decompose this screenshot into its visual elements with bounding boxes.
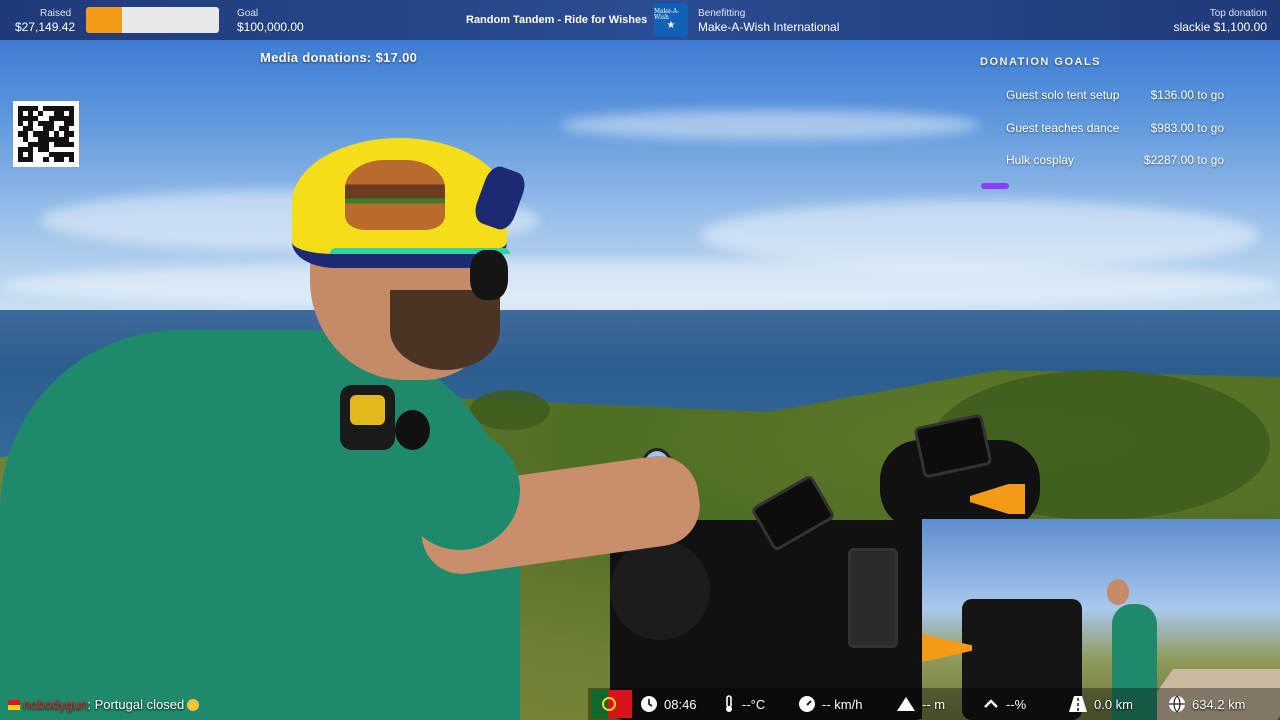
distance-total-value: 634.2 km: [1192, 697, 1246, 712]
event-title: Random Tandem - Ride for Wishes: [466, 14, 648, 26]
grade-value: --%: [1006, 697, 1027, 712]
speed-stat: -- km/h: [798, 695, 862, 713]
make-a-wish-logo: Make-A-Wish ★: [654, 3, 688, 37]
lav-mic: [395, 410, 430, 450]
goal-progress-indicator: [981, 183, 1009, 189]
speedometer-icon: [799, 696, 815, 712]
clip-mic-grille: [350, 395, 385, 425]
qr-code-pattern: [18, 106, 74, 162]
clock-stat: 08:46: [640, 695, 697, 713]
raised-value: $27,149.42: [15, 20, 76, 34]
top-donation-value: slackie $1,100.00: [1173, 20, 1267, 34]
cloud: [0, 260, 1280, 310]
rider-beard: [390, 290, 500, 370]
speed-value: -- km/h: [822, 697, 863, 712]
elevation-value: -- m: [922, 697, 946, 712]
rider-glasses-lens: [470, 250, 508, 300]
bike-helmet: [610, 540, 710, 640]
bush: [470, 390, 550, 430]
donation-progress-bar: [86, 7, 219, 33]
goal-value: $100,000.00: [237, 20, 304, 34]
goal-amount: $136.00 to go: [1150, 88, 1224, 102]
raised-label: Raised: [40, 8, 72, 19]
charity-name: Make-A-Wish International: [698, 20, 840, 34]
distance-today-stat: 0.0 km: [1068, 695, 1133, 713]
user-badge-icon: [8, 700, 20, 710]
mountain-icon: [897, 697, 915, 711]
phone-mount: [848, 548, 898, 648]
pip-rider-head: [1107, 579, 1129, 605]
burger-print: [345, 160, 445, 230]
chat-message: nobodygun: Portugal closed: [8, 697, 200, 712]
chevron-up-icon: [984, 699, 998, 708]
elevation-stat: -- m: [896, 695, 945, 713]
cloud: [560, 110, 980, 140]
donation-goals-panel: DONATION GOALS Guest solo tent setup $13…: [980, 56, 1240, 167]
donation-topbar: Raised $27,149.42 Goal $100,000.00 Rando…: [0, 0, 1280, 40]
emoji-icon: [187, 699, 200, 711]
goal-label: Goal: [237, 8, 259, 19]
benefitting-label: Benefitting: [698, 8, 746, 19]
goal-amount: $983.00 to go: [1150, 121, 1224, 135]
time-value: 08:46: [664, 697, 697, 712]
chat-username: nobodygun: [23, 697, 88, 712]
top-donation-label: Top donation: [1209, 8, 1267, 19]
temperature-value: --°C: [742, 697, 766, 712]
road-icon: [1069, 696, 1087, 712]
portugal-flag-icon: [592, 690, 632, 718]
grade-stat: --%: [982, 695, 1026, 713]
goal-name: Guest teaches dance: [1006, 121, 1120, 135]
goal-name: Hulk cosplay: [1006, 153, 1075, 167]
qr-module: [68, 156, 74, 162]
distance-today-value: 0.0 km: [1094, 697, 1134, 712]
temperature-stat: --°C: [722, 695, 765, 713]
thermometer-icon: [726, 695, 732, 712]
clock-icon: [641, 696, 657, 712]
donation-progress-fill: [86, 7, 122, 33]
cloud: [700, 200, 1260, 270]
globe-icon: [1169, 695, 1185, 713]
chat-text: Portugal closed: [94, 697, 185, 712]
goal-amount: $2287.00 to go: [1143, 153, 1224, 167]
goal-name: Guest solo tent setup: [1006, 88, 1120, 102]
donation-goals-title: DONATION GOALS: [980, 56, 1102, 68]
distance-total-stat: 634.2 km: [1168, 695, 1245, 713]
star-icon: ★: [666, 20, 676, 31]
media-donations-total: Media donations: $17.00: [260, 50, 418, 65]
qr-code-icon[interactable]: [13, 101, 79, 167]
